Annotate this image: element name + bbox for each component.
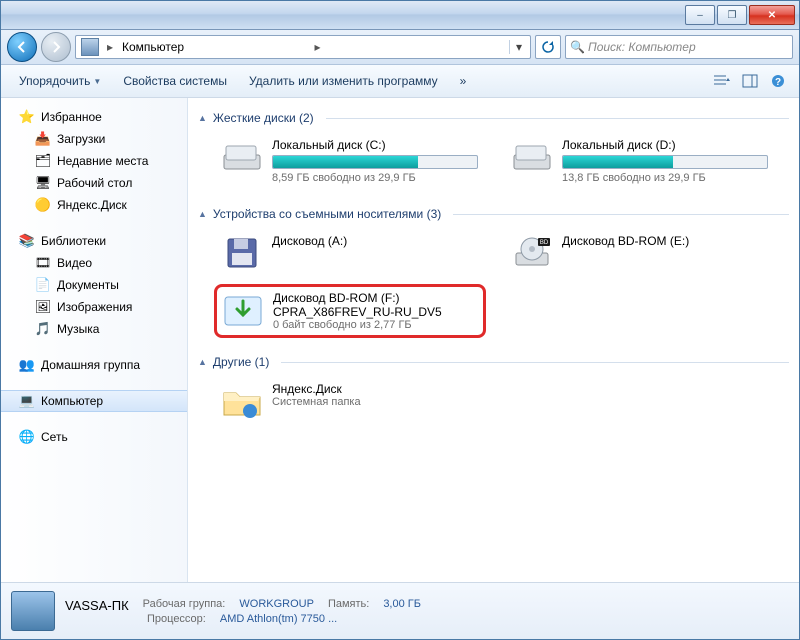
sidebar-item-desktop[interactable]: 🖥Рабочий стол	[1, 172, 187, 194]
close-button[interactable]: ✕	[749, 5, 795, 25]
sidebar: ⭐Избранное 📥Загрузки 🗂Недавние места 🖥Ра…	[1, 98, 188, 582]
sidebar-item-music[interactable]: 🎵Музыка	[1, 318, 187, 340]
cpu-label: Процессор:	[147, 613, 206, 625]
sidebar-item-videos[interactable]: 🎞Видео	[1, 252, 187, 274]
drive-free-space: 13,8 ГБ свободно из 29,9 ГБ	[562, 172, 768, 184]
workgroup-value: WORKGROUP	[239, 598, 314, 613]
hdd-icon	[220, 138, 264, 178]
chevron-down-icon: ▲	[198, 209, 207, 219]
library-icon: 📚	[19, 233, 35, 249]
picture-icon: 🖼	[35, 299, 51, 315]
downloads-icon: 📥	[35, 131, 51, 147]
organize-menu[interactable]: Упорядочить▼	[11, 71, 109, 91]
drive-label: Дисковод (A:)	[272, 234, 478, 248]
refresh-button[interactable]	[535, 35, 561, 59]
memory-value: 3,00 ГБ	[383, 598, 421, 613]
drive-d[interactable]: Локальный диск (D:) 13,8 ГБ свободно из …	[504, 132, 774, 190]
music-icon: 🎵	[35, 321, 51, 337]
sidebar-item-computer[interactable]: 💻Компьютер	[1, 390, 187, 412]
folder-icon	[220, 382, 264, 422]
chevron-down-icon: ▲	[198, 357, 207, 367]
floppy-icon	[220, 234, 264, 274]
drive-c[interactable]: Локальный диск (C:) 8,59 ГБ свободно из …	[214, 132, 484, 190]
view-mode-button[interactable]	[711, 70, 733, 92]
sidebar-item-homegroup[interactable]: 👥Домашняя группа	[1, 354, 187, 376]
content-pane[interactable]: ▲Жесткие диски (2) Локальный диск (C:) 8…	[188, 98, 799, 582]
item-type: Системная папка	[272, 396, 478, 408]
capacity-bar	[562, 155, 768, 169]
explorer-body: ⭐Избранное 📥Загрузки 🗂Недавние места 🖥Ра…	[1, 98, 799, 582]
sidebar-item-network[interactable]: 🌐Сеть	[1, 426, 187, 448]
bd-rom-install-icon	[221, 291, 265, 331]
sidebar-item-yandex-disk[interactable]: 🟡Яндекс.Диск	[1, 194, 187, 216]
maximize-button[interactable]: ❐	[717, 5, 747, 25]
breadcrumb-item[interactable]: Компьютер	[118, 40, 310, 54]
bd-rom-icon: BD	[510, 234, 554, 274]
drive-label: Дисковод BD-ROM (E:)	[562, 234, 768, 248]
drive-label: Дисковод BD-ROM (F:)	[273, 291, 479, 305]
drive-bdrom-e[interactable]: BD Дисковод BD-ROM (E:)	[504, 228, 774, 280]
sidebar-item-recent[interactable]: 🗂Недавние места	[1, 150, 187, 172]
drive-label: Локальный диск (D:)	[562, 138, 768, 152]
yandex-disk-icon: 🟡	[35, 197, 51, 213]
homegroup-icon: 👥	[19, 357, 35, 373]
item-yandex-disk-folder[interactable]: Яндекс.Диск Системная папка	[214, 376, 484, 428]
item-label: Яндекс.Диск	[272, 382, 478, 396]
toolbar: Упорядочить▼ Свойства системы Удалить ил…	[1, 65, 799, 98]
drive-volume-label: CPRA_X86FREV_RU-RU_DV5	[273, 305, 479, 319]
drive-label: Локальный диск (C:)	[272, 138, 478, 152]
back-button[interactable]	[7, 32, 37, 62]
drive-free-space: 0 байт свободно из 2,77 ГБ	[273, 319, 479, 331]
sidebar-item-documents[interactable]: 📄Документы	[1, 274, 187, 296]
recent-icon: 🗂	[35, 153, 51, 169]
pc-name: VASSA-ПК	[65, 598, 129, 613]
breadcrumb-sep-icon[interactable]: ▸	[102, 40, 118, 54]
cpu-value: AMD Athlon(tm) 7750 ...	[220, 613, 337, 625]
drive-bdrom-f[interactable]: Дисковод BD-ROM (F:) CPRA_X86FREV_RU-RU_…	[214, 284, 486, 338]
details-pane: VASSA-ПК Рабочая группа: WORKGROUP Память…	[1, 582, 799, 639]
explorer-window: – ❐ ✕ ▸ Компьютер ▸ ▾ 🔍 Поиск: Компьютер…	[0, 0, 800, 640]
memory-label: Память:	[328, 598, 369, 613]
forward-button[interactable]	[41, 32, 71, 62]
search-input[interactable]: 🔍 Поиск: Компьютер	[565, 35, 793, 59]
workgroup-label: Рабочая группа:	[143, 598, 226, 613]
capacity-bar	[272, 155, 478, 169]
minimize-button[interactable]: –	[685, 5, 715, 25]
category-other[interactable]: ▲Другие (1)	[198, 352, 789, 372]
sidebar-item-downloads[interactable]: 📥Загрузки	[1, 128, 187, 150]
drive-free-space: 8,59 ГБ свободно из 29,9 ГБ	[272, 172, 478, 184]
titlebar[interactable]: – ❐ ✕	[1, 1, 799, 30]
address-bar[interactable]: ▸ Компьютер ▸ ▾	[75, 35, 531, 59]
computer-icon	[81, 38, 99, 56]
computer-icon: 💻	[19, 393, 35, 409]
drive-floppy-a[interactable]: Дисковод (A:)	[214, 228, 484, 280]
network-icon: 🌐	[19, 429, 35, 445]
uninstall-program-button[interactable]: Удалить или изменить программу	[241, 71, 446, 91]
category-removable[interactable]: ▲Устройства со съемными носителями (3)	[198, 204, 789, 224]
star-icon: ⭐	[19, 109, 35, 125]
address-dropdown-button[interactable]: ▾	[509, 40, 528, 54]
toolbar-overflow-button[interactable]: »	[452, 71, 475, 91]
breadcrumb-sep-icon[interactable]: ▸	[310, 40, 326, 54]
help-button[interactable]: ?	[767, 70, 789, 92]
sidebar-head-favorites[interactable]: ⭐Избранное	[1, 106, 187, 128]
chevron-down-icon: ▲	[198, 113, 207, 123]
preview-pane-button[interactable]	[739, 70, 761, 92]
system-properties-button[interactable]: Свойства системы	[115, 71, 235, 91]
svg-text:BD: BD	[540, 240, 549, 246]
search-placeholder: Поиск: Компьютер	[588, 40, 696, 54]
computer-large-icon	[11, 591, 55, 631]
video-icon: 🎞	[35, 255, 51, 271]
svg-text:?: ?	[775, 77, 781, 88]
search-icon: 🔍	[570, 40, 584, 54]
document-icon: 📄	[35, 277, 51, 293]
category-hard-drives[interactable]: ▲Жесткие диски (2)	[198, 108, 789, 128]
navbar: ▸ Компьютер ▸ ▾ 🔍 Поиск: Компьютер	[1, 30, 799, 65]
desktop-icon: 🖥	[35, 175, 51, 191]
sidebar-head-libraries[interactable]: 📚Библиотеки	[1, 230, 187, 252]
sidebar-item-pictures[interactable]: 🖼Изображения	[1, 296, 187, 318]
hdd-icon	[510, 138, 554, 178]
